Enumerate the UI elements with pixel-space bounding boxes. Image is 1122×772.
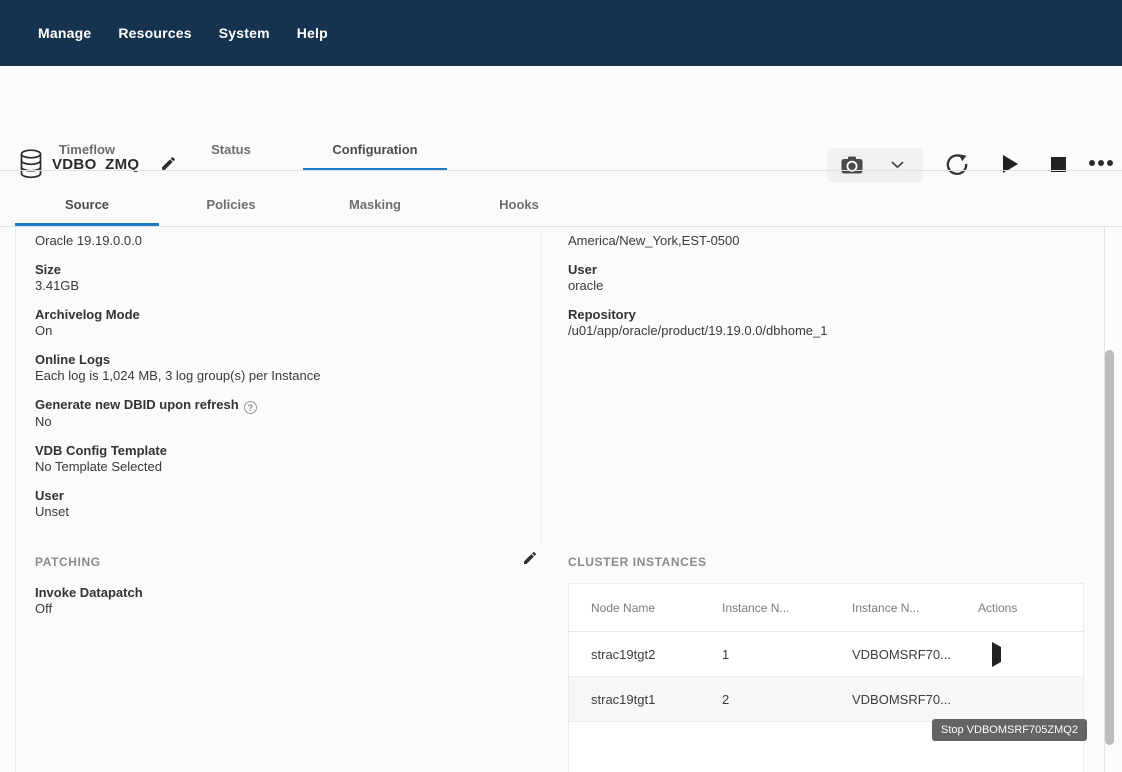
field-db-version: Oracle 19.19.0.0.0 bbox=[35, 233, 515, 249]
field-size: Size 3.41GB bbox=[35, 262, 515, 294]
patching-edit-pencil-icon[interactable] bbox=[522, 550, 538, 566]
field-value: Each log is 1,024 MB, 3 log group(s) per… bbox=[35, 368, 515, 384]
start-button[interactable] bbox=[999, 153, 1021, 175]
field-value: No bbox=[35, 414, 515, 430]
table-row: strac19tgt2 1 VDBOMSRF70... bbox=[569, 632, 1083, 677]
content-pane-border bbox=[15, 227, 16, 772]
nav-manage[interactable]: Manage bbox=[38, 25, 91, 41]
field-label: Generate new DBID upon refresh? bbox=[35, 397, 515, 414]
field-user-left: User Unset bbox=[35, 488, 515, 520]
title-bar: VDBO_ZMQ bbox=[0, 66, 1122, 131]
field-label: Online Logs bbox=[35, 352, 515, 368]
field-value: /u01/app/oracle/product/19.19.0.0/dbhome… bbox=[568, 323, 1068, 339]
cell-node-name: strac19tgt2 bbox=[591, 647, 722, 662]
col-actions: Actions bbox=[978, 601, 1083, 615]
row-start-icon[interactable] bbox=[992, 642, 1001, 667]
subtabs-divider bbox=[0, 226, 1122, 227]
col-instance-name: Instance N... bbox=[852, 601, 978, 615]
field-label-text: Generate new DBID upon refresh bbox=[35, 397, 239, 412]
cell-actions bbox=[978, 692, 1083, 707]
subtab-masking[interactable]: Masking bbox=[303, 186, 447, 226]
field-value: On bbox=[35, 323, 515, 339]
field-label: User bbox=[35, 488, 515, 504]
subtab-policies[interactable]: Policies bbox=[159, 186, 303, 226]
config-subtabs: Source Policies Masking Hooks bbox=[15, 186, 591, 226]
tabs-divider bbox=[0, 170, 1122, 171]
field-generate-dbid: Generate new DBID upon refresh? No bbox=[35, 397, 515, 430]
scrollbar-thumb[interactable] bbox=[1105, 350, 1114, 745]
nav-system[interactable]: System bbox=[219, 25, 270, 41]
camera-icon bbox=[841, 156, 863, 174]
field-invoke-datapatch: Invoke Datapatch Off bbox=[35, 585, 143, 617]
nav-help[interactable]: Help bbox=[297, 25, 328, 41]
patching-section-title: PATCHING bbox=[35, 555, 101, 569]
field-user-right: User oracle bbox=[568, 262, 1068, 294]
source-left-column: Oracle 19.19.0.0.0 Size 3.41GB Archivelo… bbox=[35, 233, 515, 533]
stop-instance-tooltip: Stop VDBOMSRF705ZMQ2 bbox=[932, 719, 1087, 741]
chevron-down-icon[interactable] bbox=[891, 161, 904, 169]
field-label: Repository bbox=[568, 307, 1068, 323]
field-value: Oracle 19.19.0.0.0 bbox=[35, 233, 515, 249]
field-value: oracle bbox=[568, 278, 1068, 294]
col-instance-number: Instance N... bbox=[722, 601, 852, 615]
subtab-source[interactable]: Source bbox=[15, 186, 159, 226]
column-divider bbox=[541, 229, 542, 546]
subtab-hooks[interactable]: Hooks bbox=[447, 186, 591, 226]
field-label: User bbox=[568, 262, 1068, 278]
field-value: Off bbox=[35, 601, 143, 617]
cell-actions bbox=[978, 647, 1083, 662]
field-repository: Repository /u01/app/oracle/product/19.19… bbox=[568, 307, 1068, 339]
field-label: Size bbox=[35, 262, 515, 278]
cell-instance-number: 1 bbox=[722, 647, 852, 662]
snapshot-button[interactable] bbox=[827, 148, 923, 182]
field-value: 3.41GB bbox=[35, 278, 515, 294]
nav-resources[interactable]: Resources bbox=[118, 25, 191, 41]
table-row: strac19tgt1 2 VDBOMSRF70... bbox=[569, 677, 1083, 722]
field-label: Invoke Datapatch bbox=[35, 585, 143, 601]
field-label: Archivelog Mode bbox=[35, 307, 515, 323]
cell-instance-name: VDBOMSRF70... bbox=[852, 692, 978, 707]
field-online-logs: Online Logs Each log is 1,024 MB, 3 log … bbox=[35, 352, 515, 384]
field-value: America/New_York,EST-0500 bbox=[568, 233, 1068, 249]
tab-timeflow[interactable]: Timeflow bbox=[15, 131, 159, 171]
col-node-name: Node Name bbox=[591, 601, 722, 615]
field-value: Unset bbox=[35, 504, 515, 520]
main-tabs: Timeflow Status Configuration bbox=[15, 131, 447, 171]
ellipsis-icon bbox=[1089, 160, 1095, 166]
field-vdb-config-template: VDB Config Template No Template Selected bbox=[35, 443, 515, 475]
refresh-button[interactable] bbox=[943, 150, 971, 178]
cluster-instances-table: Node Name Instance N... Instance N... Ac… bbox=[568, 583, 1084, 772]
cell-instance-number: 2 bbox=[722, 692, 852, 707]
table-header-row: Node Name Instance N... Instance N... Ac… bbox=[569, 584, 1083, 632]
source-right-column: America/New_York,EST-0500 User oracle Re… bbox=[568, 233, 1068, 352]
field-value: No Template Selected bbox=[35, 459, 515, 475]
top-nav: Manage Resources System Help bbox=[0, 0, 1122, 66]
field-timezone: America/New_York,EST-0500 bbox=[568, 233, 1068, 249]
app-window: Manage Resources System Help VDBO_ZMQ bbox=[0, 0, 1122, 772]
cell-instance-name: VDBOMSRF70... bbox=[852, 647, 978, 662]
field-label: VDB Config Template bbox=[35, 443, 515, 459]
tab-status[interactable]: Status bbox=[159, 131, 303, 171]
tab-configuration[interactable]: Configuration bbox=[303, 131, 447, 171]
help-icon[interactable]: ? bbox=[244, 401, 257, 414]
cluster-instances-section-title: CLUSTER INSTANCES bbox=[568, 555, 707, 569]
more-actions-button[interactable] bbox=[1086, 158, 1116, 168]
cell-node-name: strac19tgt1 bbox=[591, 692, 722, 707]
field-archivelog-mode: Archivelog Mode On bbox=[35, 307, 515, 339]
